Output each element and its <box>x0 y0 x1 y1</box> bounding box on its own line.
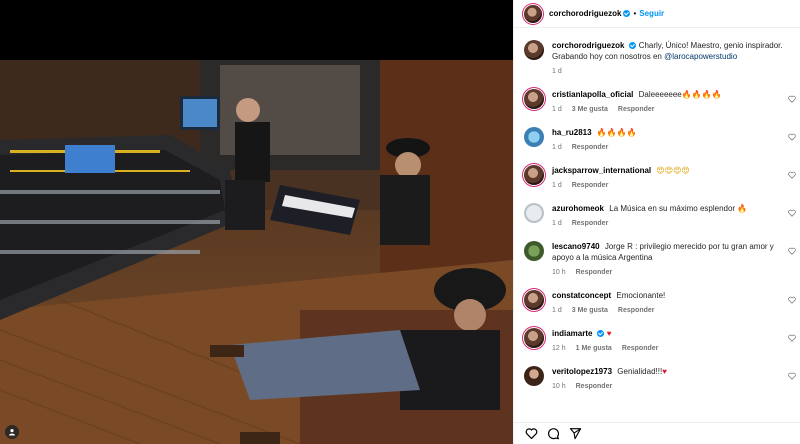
comment-emoji: 😍😍😍😍 <box>656 166 690 175</box>
like-button[interactable] <box>524 427 538 441</box>
like-comment-heart-icon[interactable] <box>788 171 796 179</box>
reply-button[interactable]: Responder <box>572 142 609 153</box>
reply-button[interactable]: Responder <box>622 343 659 354</box>
commenter-avatar[interactable] <box>524 89 544 109</box>
comment-text: Genialidad!!! <box>617 367 663 376</box>
comment-text: La Música en su máximo esplendor <box>609 204 736 213</box>
comment-username[interactable]: cristianlapolla_oficial <box>552 90 633 99</box>
tagged-users-button[interactable] <box>5 425 19 439</box>
follow-button[interactable]: Seguir <box>639 9 664 18</box>
comment-likes[interactable]: 1 Me gusta <box>576 343 612 354</box>
commenter-avatar[interactable] <box>524 328 544 348</box>
post-header: corchorodriguezok • Seguir <box>514 0 800 28</box>
comment-likes[interactable]: 3 Me gusta <box>572 305 608 316</box>
commenter-avatar[interactable] <box>524 203 544 223</box>
comment-username[interactable]: ha_ru2813 <box>552 128 592 137</box>
like-comment-heart-icon[interactable] <box>788 95 796 103</box>
reply-button[interactable]: Responder <box>576 267 613 278</box>
author-avatar[interactable] <box>524 4 542 23</box>
post-media[interactable] <box>0 0 513 444</box>
comment-time: 12 h <box>552 345 566 352</box>
post-panel: corchorodriguezok • Seguir corchorodrigu… <box>513 0 800 444</box>
verified-badge-icon <box>629 42 637 49</box>
post-photo <box>0 60 513 444</box>
reply-button[interactable]: Responder <box>572 180 609 191</box>
like-comment-heart-icon[interactable] <box>788 334 796 342</box>
comment-row: azurohomeok La Música en su máximo esple… <box>524 191 796 229</box>
comment-time: 10 h <box>552 383 566 390</box>
comment-row: lescano9740 Jorge R : privilegio merecid… <box>524 229 796 278</box>
commenter-avatar[interactable] <box>524 366 544 386</box>
separator-dot: • <box>633 9 637 18</box>
comment-row: indiamarte ♥ 12 h 1 Me gusta Responder <box>524 316 796 354</box>
comment-username[interactable]: jacksparrow_international <box>552 166 651 175</box>
commenter-avatar[interactable] <box>524 241 544 261</box>
like-comment-heart-icon[interactable] <box>788 372 796 380</box>
comment-emoji: 🔥🔥🔥🔥 <box>681 90 722 99</box>
comment-text: Daleeeeeee <box>638 90 682 99</box>
comment-row: ha_ru2813 🔥🔥🔥🔥 1 d Responder <box>524 115 796 153</box>
heart-icon <box>525 428 537 440</box>
like-comment-heart-icon[interactable] <box>788 296 796 304</box>
reply-button[interactable]: Responder <box>576 381 613 392</box>
caption-username[interactable]: corchorodriguezok <box>552 41 624 50</box>
comments-list[interactable]: corchorodriguezok Charly, Único! Maestro… <box>514 28 800 426</box>
commenter-avatar[interactable] <box>524 127 544 147</box>
send-icon <box>569 428 581 440</box>
verified-badge-icon <box>623 10 631 17</box>
caption: corchorodriguezok Charly, Único! Maestro… <box>524 28 786 77</box>
comment-emoji: 🔥 <box>737 204 748 213</box>
caption-mention-link[interactable]: @larocapowerstudio <box>664 52 737 61</box>
post-actions-bar <box>514 422 800 444</box>
author-username[interactable]: corchorodriguezok <box>549 9 621 18</box>
comment-time: 10 h <box>552 269 566 276</box>
comment-username[interactable]: indiamarte <box>552 329 592 338</box>
like-comment-heart-icon[interactable] <box>788 247 796 255</box>
comment-bubble-icon <box>547 428 559 440</box>
reply-button[interactable]: Responder <box>618 305 655 316</box>
comment-row: cristianlapolla_oficial Daleeeeeee🔥🔥🔥🔥 1… <box>524 77 796 115</box>
commenter-avatar[interactable] <box>524 290 544 310</box>
comment-time: 1 d <box>552 144 562 151</box>
comment-row: jacksparrow_international 😍😍😍😍 1 d Respon… <box>524 153 796 191</box>
comment-username[interactable]: veritolopez1973 <box>552 367 612 376</box>
reply-button[interactable]: Responder <box>618 104 655 115</box>
comment-text: Emocionante! <box>616 291 666 300</box>
comment-username[interactable]: constatconcept <box>552 291 611 300</box>
comment-emoji: ♥ <box>662 367 667 376</box>
comment-button[interactable] <box>546 427 560 441</box>
comment-username[interactable]: lescano9740 <box>552 242 600 251</box>
author-avatar[interactable] <box>524 40 544 60</box>
comment-time: 1 d <box>552 220 562 227</box>
comment-likes[interactable]: 3 Me gusta <box>572 104 608 115</box>
comment-time: 1 d <box>552 106 562 113</box>
comment-emoji: 🔥🔥🔥🔥 <box>596 128 637 137</box>
commenter-avatar[interactable] <box>524 165 544 185</box>
comment-time: 1 d <box>552 182 562 189</box>
user-tag-icon <box>9 429 15 436</box>
comment-emoji: ♥ <box>606 329 612 338</box>
comment-row: veritolopez1973 Genialidad!!!♥ 10 h Respo… <box>524 354 796 392</box>
comment-username[interactable]: azurohomeok <box>552 204 604 213</box>
share-button[interactable] <box>568 427 582 441</box>
like-comment-heart-icon[interactable] <box>788 209 796 217</box>
studio-scene <box>0 60 513 444</box>
like-comment-heart-icon[interactable] <box>788 133 796 141</box>
comment-time: 1 d <box>552 307 562 314</box>
reply-button[interactable]: Responder <box>572 218 609 229</box>
caption-time: 1 d <box>552 68 562 75</box>
comment-row: constatconcept Emocionante! 1 d 3 Me gust… <box>524 278 796 316</box>
verified-badge-icon <box>597 330 605 337</box>
